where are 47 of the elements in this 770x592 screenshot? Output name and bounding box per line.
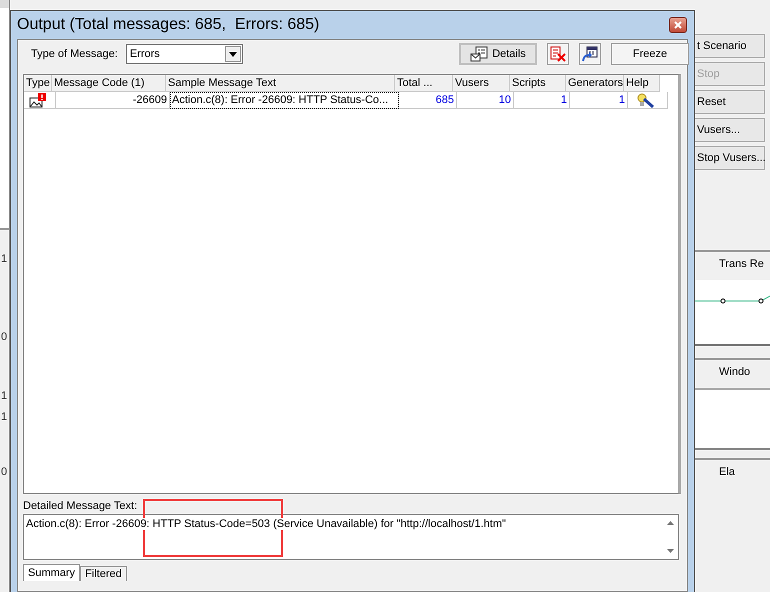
close-icon xyxy=(674,21,682,29)
details-button[interactable]: Details xyxy=(459,43,537,65)
tab[interactable]: Filtered xyxy=(80,566,127,581)
grid-arrow-icon xyxy=(582,46,598,62)
table-cell: Action.c(8): Error -26609: HTTP Status-Co... xyxy=(170,92,399,109)
app-button[interactable]: Reset xyxy=(695,90,765,114)
column-header[interactable]: Generators xyxy=(566,75,624,92)
close-button[interactable] xyxy=(669,17,687,33)
bulb-wrench-icon[interactable] xyxy=(636,93,656,108)
table-cell: 1 xyxy=(570,92,628,109)
document-x-icon xyxy=(550,46,566,62)
axis-label: 1 xyxy=(1,253,8,265)
app-toolbar xyxy=(0,0,9,8)
tab[interactable]: Summary xyxy=(23,564,80,581)
column-header[interactable]: Scripts xyxy=(510,75,566,92)
column-header[interactable]: Help xyxy=(624,75,660,92)
table-cell: 685 xyxy=(399,92,457,109)
scroll-down-icon[interactable] xyxy=(666,549,674,553)
error-message-icon xyxy=(29,93,47,108)
axis-label: 0 xyxy=(1,331,8,343)
detail-label: Detailed Message Text: xyxy=(23,500,138,514)
column-header[interactable]: Vusers xyxy=(453,75,510,92)
table-cell: 10 xyxy=(457,92,514,109)
app-button[interactable]: Stop Vusers... xyxy=(695,146,765,170)
app-button[interactable]: t Scenario xyxy=(695,34,765,58)
scroll-up-icon[interactable] xyxy=(666,521,674,525)
filter-label: Type of Message: xyxy=(31,48,118,60)
panel-title: Windo xyxy=(719,366,750,378)
axis-label: 1 xyxy=(1,390,8,402)
window-title: Output (Total messages: 685, Errors: 685) xyxy=(17,16,320,34)
table-cell: -26609 xyxy=(56,92,170,109)
axis-label: 1 xyxy=(1,411,8,423)
column-header[interactable]: Sample Message Text xyxy=(166,75,395,92)
freeze-button[interactable]: Freeze xyxy=(611,43,689,65)
message-list-icon xyxy=(470,46,488,62)
panel-title: Ela xyxy=(719,466,735,478)
clear-button[interactable] xyxy=(547,43,569,65)
axis-label: 0 xyxy=(1,466,8,478)
panel-title: Trans Re xyxy=(719,258,764,270)
column-header[interactable]: Message Code (1) xyxy=(52,75,166,92)
table-cell: 1 xyxy=(514,92,570,109)
caret-icon xyxy=(228,52,237,56)
column-header[interactable]: Type xyxy=(24,75,52,92)
export-button[interactable] xyxy=(579,43,601,65)
column-header[interactable]: Total ... xyxy=(395,75,453,92)
app-button[interactable]: Vusers... xyxy=(695,118,765,142)
message-type-dropdown[interactable]: Errors xyxy=(126,44,243,64)
